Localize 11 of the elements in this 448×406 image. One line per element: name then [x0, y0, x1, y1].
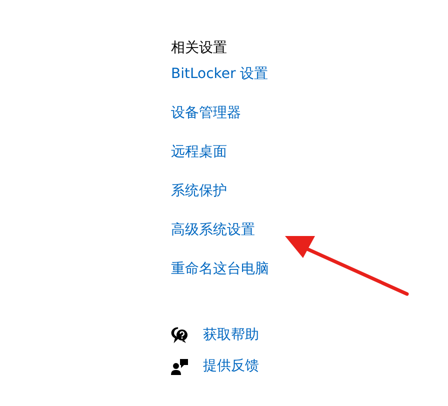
settings-link[interactable]: 设备管理器 — [171, 103, 241, 123]
settings-link[interactable]: 重命名这台电脑 — [171, 259, 269, 279]
settings-link[interactable]: BitLocker 设置 — [171, 64, 268, 84]
section-heading: 相关设置 — [171, 39, 227, 58]
settings-link[interactable]: 系统保护 — [171, 181, 227, 201]
settings-link[interactable]: 远程桌面 — [171, 142, 227, 162]
settings-link[interactable]: 高级系统设置 — [171, 220, 255, 240]
support-link[interactable]: 获取帮助 — [203, 325, 259, 345]
help-chat-icon — [171, 326, 189, 344]
support-link[interactable]: 提供反馈 — [203, 356, 259, 376]
person-speech-icon — [171, 358, 189, 374]
